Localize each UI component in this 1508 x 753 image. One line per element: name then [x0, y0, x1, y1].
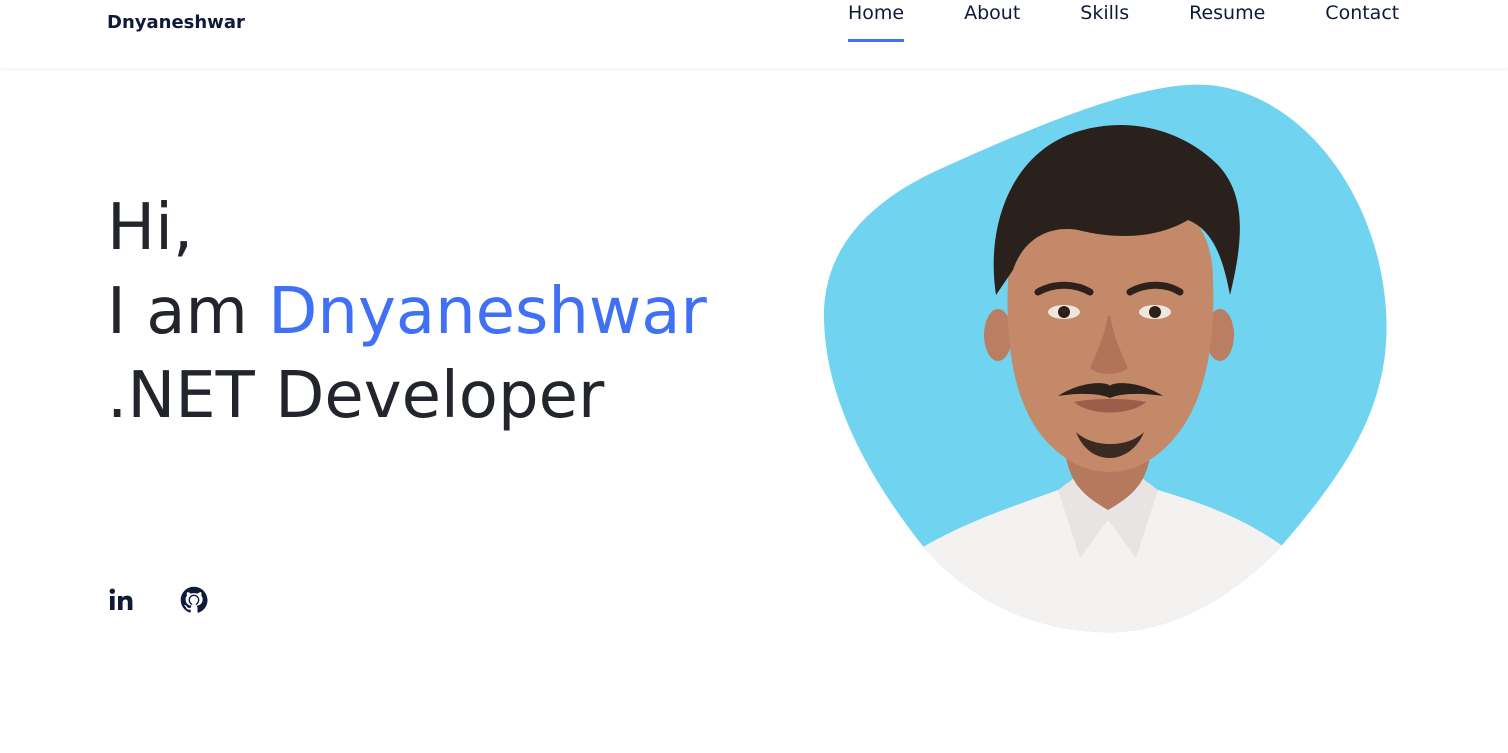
github-link[interactable] [180, 586, 208, 614]
site-header: Dnyaneshwar Home About Skills Resume Con… [0, 0, 1508, 68]
brand-logo-link[interactable]: Dnyaneshwar [107, 12, 245, 33]
nav-link-home[interactable]: Home [848, 0, 905, 42]
profile-portrait [818, 80, 1398, 640]
nav-link-skills[interactable]: Skills [1080, 0, 1129, 42]
social-links [108, 586, 208, 614]
hero-heading: Hi, I am Dnyaneshwar .NET Developer [107, 186, 707, 438]
nav-link-resume[interactable]: Resume [1189, 0, 1265, 42]
hero-greeting: Hi, [107, 191, 194, 265]
hero-role: .NET Developer [107, 359, 605, 433]
linkedin-link[interactable] [108, 586, 136, 614]
profile-photo [823, 84, 1387, 633]
nav-link-contact[interactable]: Contact [1325, 0, 1399, 42]
hero-intro-line: I am Dnyaneshwar [107, 270, 707, 354]
hero-name: Dnyaneshwar [268, 275, 707, 349]
nav-link-about[interactable]: About [964, 0, 1020, 42]
github-icon [180, 586, 208, 613]
linkedin-icon [109, 588, 133, 610]
main-nav: Home About Skills Resume Contact [848, 0, 1399, 42]
hero-intro-prefix: I am [107, 275, 269, 349]
